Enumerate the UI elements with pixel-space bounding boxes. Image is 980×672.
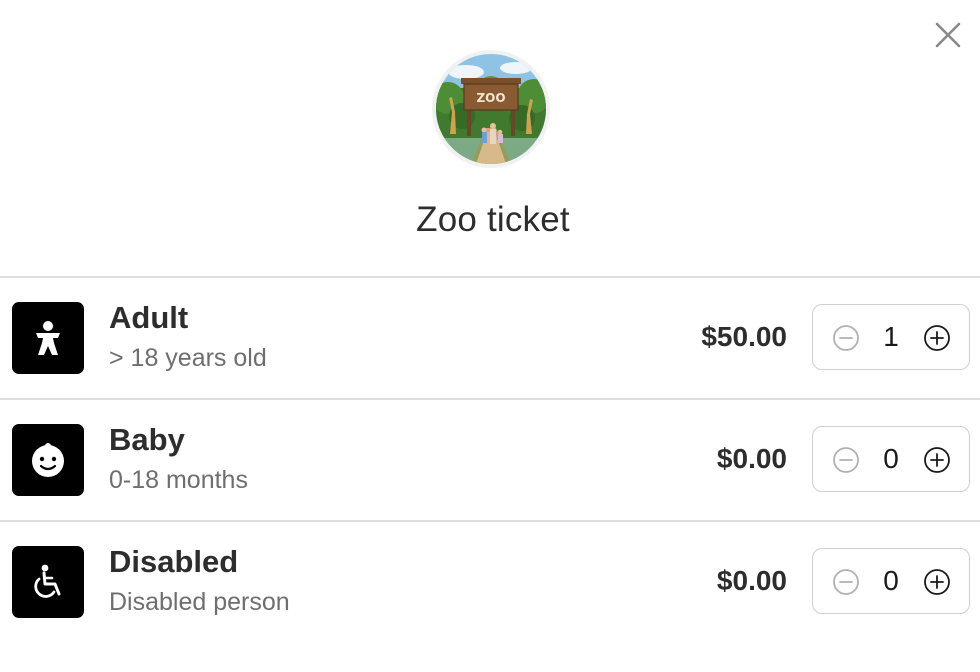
ticket-price: $0.00 <box>716 443 787 474</box>
baby-face-icon <box>32 443 64 477</box>
increment-button[interactable] <box>923 568 951 596</box>
ticket-row-baby: Baby 0-18 months $0.00 0 <box>0 400 980 520</box>
quantity-value: 0 <box>883 443 899 474</box>
decrement-button[interactable] <box>832 446 860 474</box>
ticket-price: $50.00 <box>701 321 787 352</box>
ticket-name: Disabled <box>109 544 239 579</box>
svg-text:ZOO: ZOO <box>476 91 505 105</box>
dialog-header: ZOO Zoo ticket <box>0 0 980 276</box>
ticket-row-adult: Adult > 18 years old $50.00 1 <box>0 278 980 398</box>
minus-circle-icon <box>833 325 859 351</box>
ticket-icon-tile <box>12 424 84 496</box>
wheelchair-icon <box>34 564 61 598</box>
plus-circle-icon <box>924 325 950 351</box>
quantity-value: 1 <box>883 321 899 352</box>
ticket-description: 0-18 months <box>109 466 248 494</box>
ticket-description: Disabled person <box>109 588 290 616</box>
person-icon <box>36 321 60 355</box>
ticket-description: > 18 years old <box>109 344 267 372</box>
quantity-stepper: 0 <box>812 548 970 614</box>
quantity-value: 0 <box>883 565 899 596</box>
ticket-icon-tile <box>12 302 84 374</box>
minus-circle-icon <box>833 569 859 595</box>
ticket-price: $0.00 <box>716 565 787 596</box>
quantity-stepper: 1 <box>812 304 970 370</box>
close-button[interactable] <box>930 17 966 53</box>
plus-circle-icon <box>924 447 950 473</box>
plus-circle-icon <box>924 569 950 595</box>
ticket-name: Adult <box>109 300 189 335</box>
quantity-stepper: 0 <box>812 426 970 492</box>
minus-circle-icon <box>833 447 859 473</box>
increment-button[interactable] <box>923 446 951 474</box>
ticket-row-disabled: Disabled Disabled person $0.00 0 <box>0 522 980 642</box>
decrement-button[interactable] <box>832 568 860 596</box>
zoo-hero-image: ZOO <box>432 50 550 168</box>
increment-button[interactable] <box>923 324 951 352</box>
ticket-icon-tile <box>12 546 84 618</box>
ticket-name: Baby <box>109 422 185 457</box>
dialog-title: Zoo ticket <box>416 200 570 239</box>
decrement-button[interactable] <box>832 324 860 352</box>
close-icon <box>935 22 961 48</box>
